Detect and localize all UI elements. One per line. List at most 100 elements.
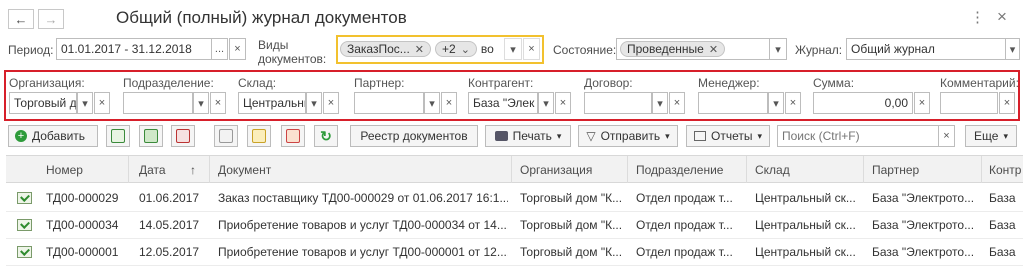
- post-document-button[interactable]: [106, 125, 130, 147]
- document-registry-button[interactable]: Реестр документов: [350, 125, 478, 147]
- filter-amount-input[interactable]: 0,00: [813, 92, 913, 114]
- close-icon[interactable]: ×: [997, 7, 1007, 27]
- column-header-document[interactable]: Документ: [218, 163, 271, 177]
- cell-department: Отдел продаж т...: [636, 191, 733, 205]
- posted-document-icon: [17, 192, 32, 204]
- send-button[interactable]: ▽ Отправить ▾: [578, 125, 678, 147]
- post-and-close-button[interactable]: [139, 125, 163, 147]
- status-input[interactable]: Проведенные ✕: [616, 38, 770, 60]
- clear-icon: ×: [98, 97, 106, 109]
- tag-remove-icon[interactable]: ✕: [709, 43, 718, 56]
- filter-warehouse-clear[interactable]: ×: [323, 92, 339, 114]
- unpost-document-button[interactable]: [171, 125, 195, 147]
- column-header-warehouse[interactable]: Склад: [755, 163, 790, 177]
- doc-types-dropdown-button[interactable]: ▾: [504, 38, 522, 60]
- filter-warehouse-dropdown[interactable]: ▾: [306, 92, 322, 114]
- cell-partner: База "Электрото...: [872, 218, 975, 232]
- more-actions-icon[interactable]: ⋮: [970, 8, 985, 26]
- column-header-department[interactable]: Подразделение: [636, 163, 723, 177]
- reports-button[interactable]: Отчеты ▾: [686, 125, 770, 147]
- status-dropdown-button[interactable]: ▾: [769, 38, 787, 60]
- filter-comment-input[interactable]: [940, 92, 998, 114]
- column-separator: [209, 156, 210, 183]
- create-based-on-button[interactable]: [247, 125, 271, 147]
- period-clear-button[interactable]: ×: [229, 38, 246, 60]
- tag-remove-icon[interactable]: ✕: [415, 43, 424, 56]
- caret-down-icon: ▾: [657, 97, 663, 110]
- caret-down-icon: ▾: [757, 130, 762, 141]
- filter-manager-input[interactable]: [698, 92, 768, 114]
- filter-department-dropdown[interactable]: ▾: [193, 92, 209, 114]
- filter-department-clear[interactable]: ×: [210, 92, 226, 114]
- clear-icon: ×: [327, 97, 335, 109]
- column-header-date[interactable]: Дата: [139, 163, 166, 177]
- filter-contract-clear[interactable]: ×: [669, 92, 685, 114]
- doc-type-tag[interactable]: ЗаказПос... ✕: [340, 41, 431, 57]
- doc-types-input[interactable]: ЗаказПос... ✕ +2 ⌄ во: [340, 39, 502, 59]
- caret-down-icon: ▾: [429, 97, 435, 110]
- cell-warehouse: Центральный ск...: [755, 218, 856, 232]
- cell-number: ТД00-000001: [46, 245, 119, 259]
- column-header-partner[interactable]: Партнер: [872, 163, 919, 177]
- related-documents-button[interactable]: [281, 125, 305, 147]
- table-row[interactable]: ТД00-000034 14.05.2017 Приобретение това…: [6, 211, 1023, 239]
- filter-manager-clear[interactable]: ×: [785, 92, 801, 114]
- filter-manager-dropdown[interactable]: ▾: [768, 92, 784, 114]
- journal-dropdown-button[interactable]: ▾: [1005, 38, 1020, 60]
- caret-down-icon: ▾: [543, 97, 549, 110]
- forward-button[interactable]: →: [38, 9, 64, 29]
- cell-date: 01.06.2017: [139, 191, 200, 205]
- period-label: Период:: [8, 43, 54, 57]
- cell-counterparty: База: [989, 218, 1016, 232]
- column-header-counterparty[interactable]: Контр: [989, 163, 1021, 177]
- column-header-number[interactable]: Номер: [46, 163, 83, 177]
- filter-counterparty-input[interactable]: База "Элек: [468, 92, 538, 114]
- filter-label-counterparty: Контрагент:: [468, 76, 534, 90]
- filter-organization-input[interactable]: Торговый д: [9, 92, 77, 114]
- filter-label-manager: Менеджер:: [698, 76, 760, 90]
- search-input[interactable]: [777, 125, 939, 147]
- back-button[interactable]: ←: [8, 9, 34, 29]
- add-button[interactable]: + Добавить: [8, 125, 98, 147]
- clear-icon: ×: [943, 130, 950, 142]
- cell-department: Отдел продаж т...: [636, 245, 733, 259]
- filter-label-amount: Сумма:: [813, 76, 855, 90]
- search-clear-button[interactable]: ×: [939, 125, 955, 147]
- print-button[interactable]: Печать ▾: [485, 125, 571, 147]
- filter-comment-clear[interactable]: ×: [999, 92, 1015, 114]
- cell-partner: База "Электрото...: [872, 245, 975, 259]
- filter-department-input[interactable]: [123, 92, 193, 114]
- filter-organization-dropdown[interactable]: ▾: [77, 92, 93, 114]
- journal-input[interactable]: Общий журнал: [846, 38, 1006, 60]
- filter-contract-input[interactable]: [584, 92, 652, 114]
- doc-types-clear-button[interactable]: ×: [523, 38, 540, 60]
- filter-contract-dropdown[interactable]: ▾: [652, 92, 668, 114]
- more-button[interactable]: Еще ▾: [965, 125, 1017, 147]
- mark-deletion-button[interactable]: [214, 125, 238, 147]
- doc-type-more-tag[interactable]: +2 ⌄: [435, 41, 477, 57]
- cell-organization: Торговый дом "К...: [520, 245, 623, 259]
- period-input[interactable]: 01.01.2017 - 31.12.2018: [56, 38, 212, 60]
- clear-icon: ×: [918, 97, 926, 109]
- filter-amount-clear[interactable]: ×: [914, 92, 930, 114]
- caret-down-icon: ▾: [665, 130, 670, 141]
- filter-counterparty-clear[interactable]: ×: [555, 92, 571, 114]
- filter-partner-input[interactable]: [354, 92, 424, 114]
- table-row[interactable]: ТД00-000029 01.06.2017 Заказ поставщику …: [6, 184, 1023, 212]
- related-docs-icon: [286, 129, 300, 143]
- filter-partner-clear[interactable]: ×: [441, 92, 457, 114]
- filter-counterparty-dropdown[interactable]: ▾: [538, 92, 554, 114]
- column-header-organization[interactable]: Организация: [520, 163, 592, 177]
- table-header: Номер Дата ↑ Документ Организация Подраз…: [6, 155, 1023, 183]
- filter-organization-clear[interactable]: ×: [94, 92, 110, 114]
- filter-partner-dropdown[interactable]: ▾: [424, 92, 440, 114]
- column-separator: [627, 156, 628, 183]
- clear-icon: ×: [445, 97, 453, 109]
- status-tag[interactable]: Проведенные ✕: [620, 41, 726, 57]
- post-icon: [111, 129, 125, 143]
- period-select-button[interactable]: ...: [211, 38, 228, 60]
- table-row[interactable]: ТД00-000001 12.05.2017 Приобретение това…: [6, 238, 1023, 266]
- filter-warehouse-input[interactable]: Центральнь: [238, 92, 306, 114]
- refresh-button[interactable]: ↻: [314, 125, 338, 147]
- filter-label-comment: Комментарий:: [940, 76, 1019, 90]
